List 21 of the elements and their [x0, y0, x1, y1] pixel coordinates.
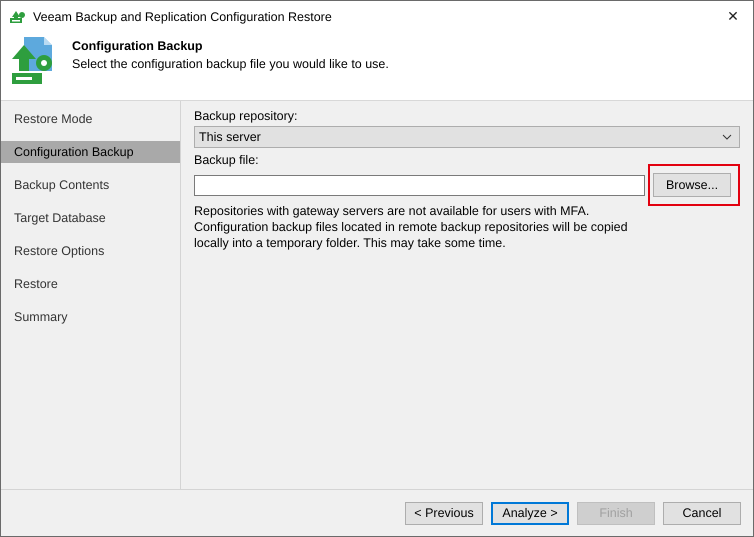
sidebar-item[interactable]: Configuration Backup	[1, 141, 180, 163]
backup-file-field[interactable]	[194, 175, 645, 196]
field-label: Backup repository:	[194, 109, 299, 123]
page-subtitle: Select the configuration backup file you would like to use.	[72, 57, 389, 71]
sidebar-item[interactable]: Backup Contents	[1, 174, 180, 196]
wizard-button[interactable]: Cancel	[663, 502, 741, 524]
wizard-button[interactable]: < Previous	[405, 502, 483, 524]
field-label: Backup file:	[194, 153, 260, 167]
repository-dropdown[interactable]: This server	[194, 126, 740, 148]
sidebar-item[interactable]: Restore Options	[1, 240, 180, 262]
wizard-button[interactable]: Analyze >	[491, 502, 569, 524]
app-icon	[9, 8, 27, 24]
sidebar-item[interactable]: Restore	[1, 273, 180, 295]
sidebar-item[interactable]: Summary	[1, 306, 180, 328]
window-title: Veeam Backup and Replication Configuration Restore	[33, 10, 333, 24]
info-text: Repositories with gateway servers are not available for users with MFA. Configuration backup files located in remote backup repositories will be copied locally into a temporary folder. This may take some time.	[194, 203, 629, 251]
browse-button[interactable]: Browse...	[653, 173, 731, 197]
page-title: Configuration Backup	[72, 39, 204, 53]
sidebar-item[interactable]: Target Database	[1, 207, 180, 229]
sidebar-item[interactable]: Restore Mode	[1, 108, 180, 130]
chevron-down-icon	[722, 134, 732, 140]
